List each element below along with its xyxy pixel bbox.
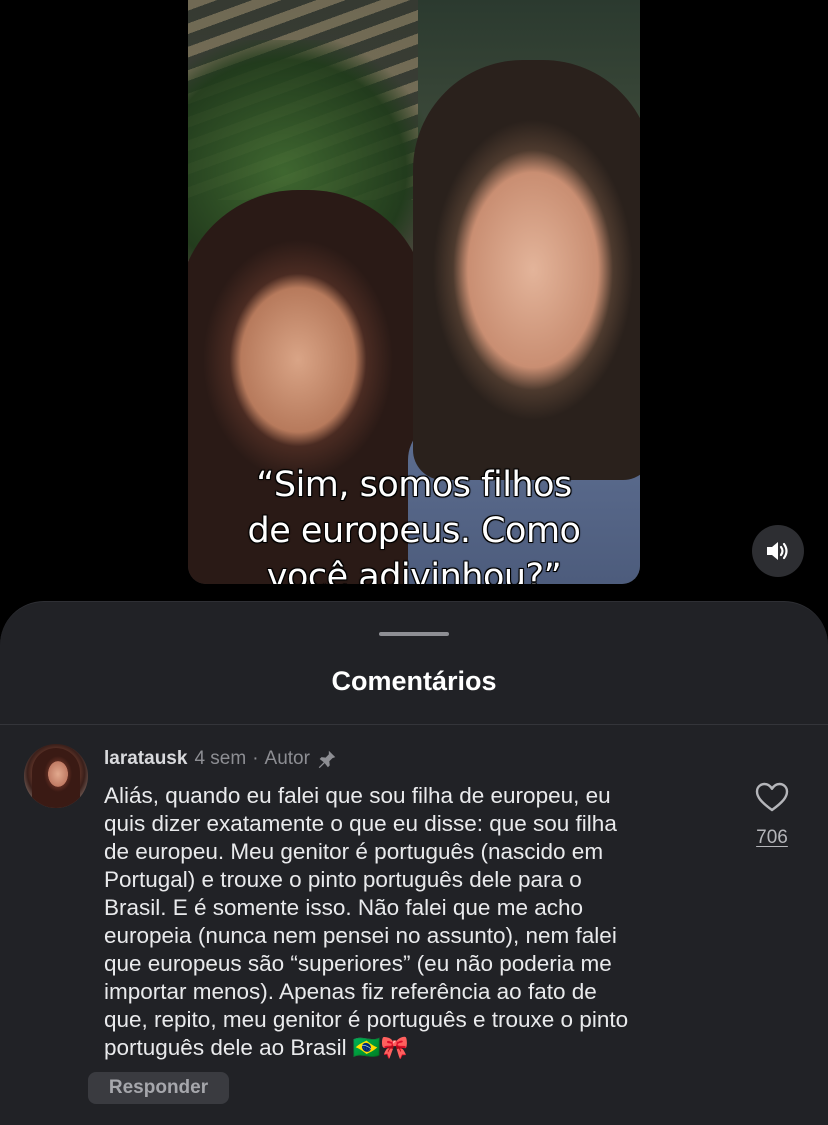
comment-meta: laratausk 4 sem · Autor xyxy=(104,748,338,770)
mute-button[interactable] xyxy=(752,525,804,577)
comments-sheet: Comentários laratausk 4 sem · Autor Aliá… xyxy=(0,601,828,1125)
speaker-icon xyxy=(767,542,788,560)
pin-icon xyxy=(318,750,336,769)
like-control[interactable]: 706 xyxy=(748,782,796,849)
reply-button[interactable]: Responder xyxy=(88,1072,229,1104)
sheet-grabber[interactable] xyxy=(379,632,449,636)
screen: “Sim, somos filhos de europeus. Como voc… xyxy=(0,0,828,1125)
meta-separator: · xyxy=(252,748,259,769)
comment-age: 4 sem xyxy=(194,748,247,769)
avatar[interactable] xyxy=(24,744,88,808)
comment-username[interactable]: laratausk xyxy=(104,748,187,770)
video-player[interactable]: “Sim, somos filhos de europeus. Como voc… xyxy=(188,0,640,584)
sheet-title: Comentários xyxy=(331,666,497,696)
divider xyxy=(0,724,828,725)
author-badge: Autor xyxy=(264,748,310,769)
like-count[interactable]: 706 xyxy=(748,827,796,849)
comment-text: Aliás, quando eu falei que sou filha de … xyxy=(104,783,629,1060)
video-caption: “Sim, somos filhos de europeus. Como voc… xyxy=(247,465,581,584)
video-person-right xyxy=(413,60,640,480)
heart-icon[interactable] xyxy=(755,782,789,812)
avatar-photo xyxy=(32,748,80,808)
